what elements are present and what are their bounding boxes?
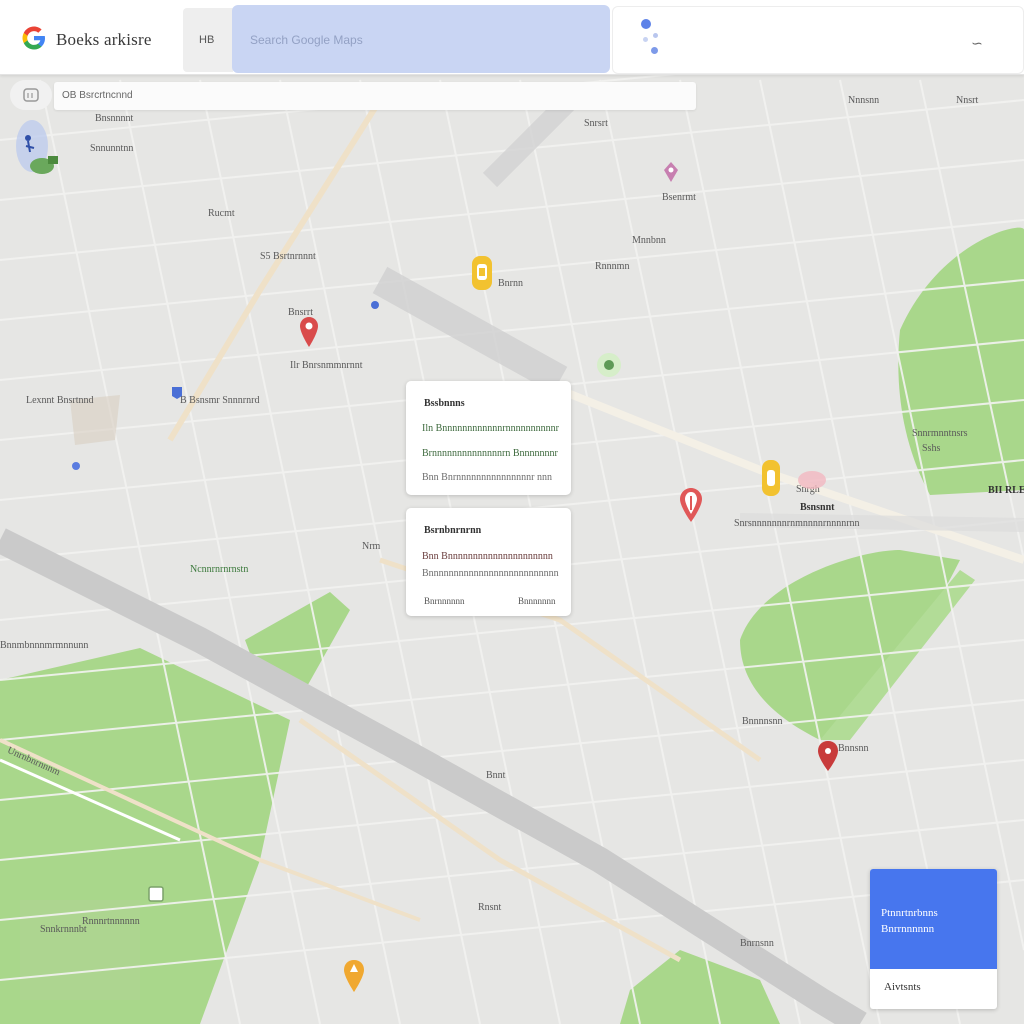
app-title: Boeks arkisre bbox=[56, 30, 152, 49]
search-box[interactable] bbox=[232, 5, 610, 73]
action-panel-header[interactable]: Ptnnrtnrbnns Bnrrnnnnnn bbox=[870, 869, 997, 969]
map-label: Snrsrt bbox=[584, 118, 608, 129]
info-card[interactable]: Bssbnnns Iln Bnnnnnnnnnnnnrnnnnnnnnnnr B… bbox=[406, 381, 571, 495]
small-square-icon[interactable] bbox=[148, 886, 164, 902]
map-label: Bnnmbnnnmrmnnunn bbox=[0, 640, 89, 651]
map-pin-red-icon[interactable] bbox=[300, 317, 318, 347]
map-label: Rucmt bbox=[208, 208, 235, 219]
info-card-title: Bsrnbnrnrnn bbox=[424, 525, 482, 536]
map-label: Snnkrnnnbt bbox=[40, 924, 87, 935]
map-label: Bsnsnnt bbox=[800, 502, 835, 513]
map-pin-yellow-icon[interactable] bbox=[470, 256, 494, 296]
info-card-title: Bssbnnns bbox=[424, 398, 465, 409]
map-label: Bnsnnnnt bbox=[95, 113, 134, 124]
info-card-line: Bnnnnnnnnnnnnnnnnnnnnnnnnnn bbox=[422, 568, 559, 579]
action-panel-line: Bnrrnnnnnn bbox=[881, 923, 935, 935]
map-label: Mnnbnn bbox=[632, 235, 666, 246]
top-bar: Boeks arkisre HB ∽ bbox=[0, 0, 1024, 75]
map-label: S5 Bsrtnrnnnt bbox=[260, 251, 316, 262]
info-card-line: Bnn Bnrnnnnnnnnnnnnnnnr nnn bbox=[422, 472, 552, 483]
status-dot-icon bbox=[641, 19, 651, 29]
map-label: Bsenrmt bbox=[662, 192, 696, 203]
info-card-line: Iln Bnnnnnnnnnnnnrnnnnnnnnnnr bbox=[422, 423, 559, 434]
side-tab[interactable]: HB bbox=[183, 8, 233, 72]
map-label: Bnnt bbox=[486, 770, 506, 781]
map-pin-blue-icon[interactable] bbox=[370, 300, 380, 312]
map-label: B Bsnsmr Snnnrnrd bbox=[180, 395, 260, 406]
action-panel: Ptnnrtnrbnns Bnrrnnnnnn Aivtsnts bbox=[870, 869, 997, 1009]
layers-button[interactable] bbox=[10, 80, 52, 110]
map-label: Snnunntnn bbox=[90, 143, 134, 154]
info-card-line: Bnn Bnnnnnnnnnnnnnnnnnnnnn bbox=[422, 551, 553, 562]
account-panel: ∽ bbox=[612, 6, 1024, 74]
layers-icon bbox=[23, 88, 39, 102]
map-pin-blue-icon[interactable] bbox=[70, 460, 82, 472]
status-dot-icon bbox=[643, 37, 648, 42]
map-label: Snrsnnnnnnnrnmnnnnrnnnnrnn bbox=[734, 518, 860, 529]
info-card-button-right[interactable]: Bnnnnnnn bbox=[518, 596, 556, 606]
park-area bbox=[20, 900, 140, 1000]
status-dot-icon bbox=[651, 47, 658, 54]
map-label: Snnrmnntnsrs bbox=[912, 428, 968, 439]
map-pin-yellow-icon[interactable] bbox=[760, 460, 782, 498]
action-panel-button[interactable]: Aivtsnts bbox=[884, 981, 921, 993]
map-label: Ncnnrnrnrnstn bbox=[190, 564, 249, 575]
map-label: Bnrnsnn bbox=[740, 938, 774, 949]
action-panel-line: Ptnnrtnrbnns bbox=[881, 907, 938, 919]
google-g-logo-icon[interactable] bbox=[20, 24, 48, 52]
map-pin-red-icon[interactable] bbox=[680, 488, 702, 522]
menu-icon[interactable]: ∽ bbox=[965, 35, 989, 51]
map-label: Bnnnnsnn bbox=[742, 716, 783, 727]
info-card[interactable]: Bsrnbnrnrnn Bnn Bnnnnnnnnnnnnnnnnnnnnn B… bbox=[406, 508, 571, 616]
map-label: Sshs bbox=[922, 443, 941, 454]
map-label: Nnsrt bbox=[956, 95, 979, 106]
map-label: Rnnnrtnnnnnn bbox=[82, 916, 140, 927]
map-label: BII RLE bbox=[988, 485, 1024, 496]
search-input[interactable] bbox=[248, 29, 592, 51]
person-location-icon[interactable] bbox=[14, 116, 62, 178]
map-label: Rnsnt bbox=[478, 902, 502, 913]
green-poi-icon[interactable] bbox=[596, 352, 622, 378]
poi-marker-icon[interactable] bbox=[796, 470, 828, 490]
status-dot-icon bbox=[653, 33, 658, 38]
map-label: Rnnnmn bbox=[595, 261, 630, 272]
location-field[interactable]: OB Bsrcrtncnnd bbox=[54, 82, 696, 110]
map-label: Nnnsnn bbox=[848, 95, 880, 106]
location-field-text: OB Bsrcrtncnnd bbox=[62, 90, 133, 101]
map-pin-red-icon[interactable] bbox=[818, 741, 838, 771]
map-pin-pink-icon[interactable] bbox=[664, 162, 678, 182]
side-tab-label: HB bbox=[199, 34, 215, 46]
info-card-button-left[interactable]: Bnrnnnnnn bbox=[424, 596, 465, 606]
map-pin-orange-icon[interactable] bbox=[344, 960, 364, 992]
map-label: Nrm bbox=[362, 541, 381, 552]
map-label: Lexnnt Bnsrtnnd bbox=[26, 395, 94, 406]
map-label: Ilr Bnrsnmmnrnnt bbox=[290, 360, 363, 371]
transit-icon[interactable] bbox=[170, 386, 184, 400]
map-label: Bnrnn bbox=[498, 278, 523, 289]
info-card-line: Brnnnnnnnnnnnnnnrn Bnnnnnnnr bbox=[422, 448, 558, 459]
map-label: Bnnsnn bbox=[838, 743, 869, 754]
